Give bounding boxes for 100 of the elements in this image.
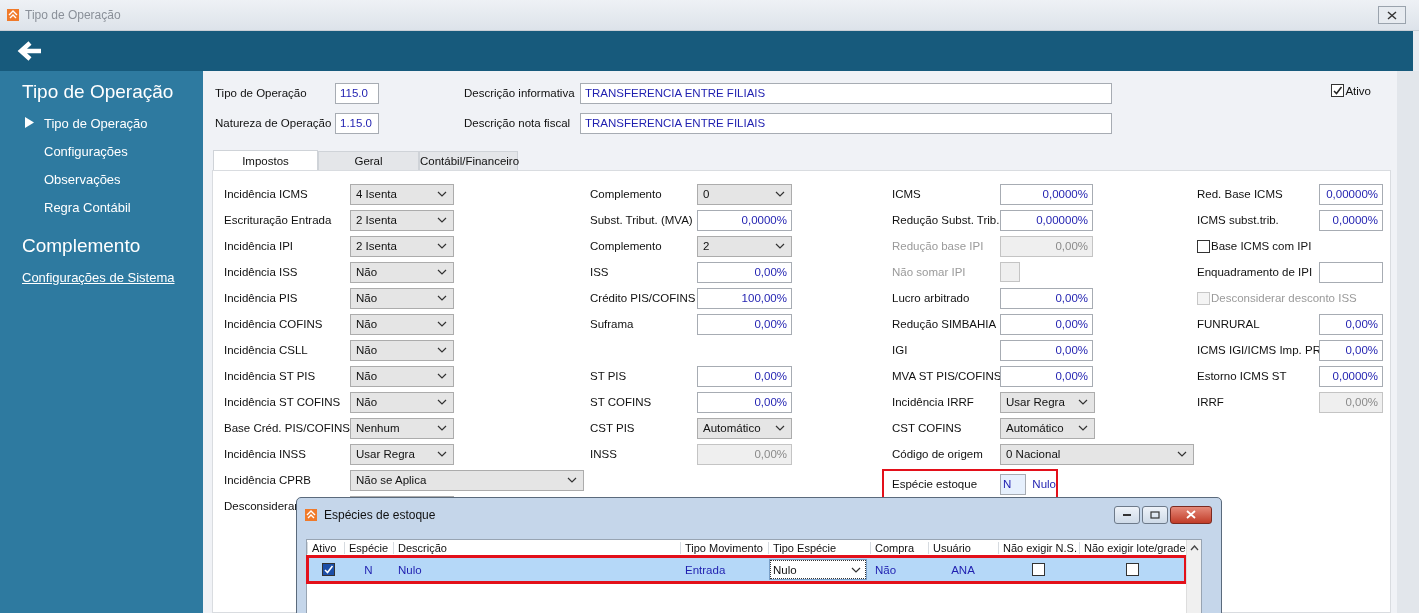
dropdown[interactable]: Não — [350, 287, 454, 309]
chevron-down-icon — [437, 295, 447, 301]
column-header[interactable]: Espécie — [344, 542, 393, 554]
dropdown[interactable]: 2 — [697, 235, 792, 257]
maximize-icon — [1150, 510, 1160, 519]
input-field[interactable]: 0,00% — [697, 313, 792, 335]
input-field[interactable]: N — [1000, 473, 1027, 495]
input-field[interactable]: 0,0000% — [1319, 365, 1383, 387]
sidebar-link[interactable]: Configurações de Sistema — [22, 269, 175, 285]
field-label: Incidência PIS — [224, 292, 299, 304]
input-field[interactable]: 0,0000% — [697, 209, 792, 231]
field-label: Crédito PIS/COFINS — [590, 292, 697, 304]
input-field[interactable]: 0,00% — [1000, 313, 1093, 335]
field-value: Nulo — [1032, 478, 1056, 490]
dropdown[interactable]: 4 Isenta — [350, 183, 454, 205]
input-field[interactable]: 100,00% — [697, 287, 792, 309]
dropdown[interactable]: 2 Isenta — [350, 235, 454, 257]
column-header[interactable]: Ativo — [307, 542, 344, 554]
field-label: Red. Base ICMS — [1197, 188, 1284, 200]
column-header[interactable]: Usuário — [928, 542, 998, 554]
dropdown[interactable]: Não se Aplica — [350, 469, 584, 491]
input-field[interactable]: 115.0 — [335, 82, 379, 104]
checkbox[interactable] — [321, 563, 335, 576]
dropdown[interactable]: Não — [350, 313, 454, 335]
input-field[interactable]: 0,0000% — [1000, 183, 1093, 205]
input-field[interactable] — [1319, 261, 1383, 283]
field-label: Escrituração Entrada — [224, 214, 333, 226]
field-label: Incidência IRRF — [892, 396, 975, 408]
input-field[interactable]: 0,00% — [697, 391, 792, 413]
table-cell: Entrada — [685, 563, 726, 576]
app-logo-icon — [7, 9, 19, 21]
field-label: Lucro arbitrado — [892, 292, 971, 304]
checkbox[interactable] — [1032, 563, 1045, 576]
sidebar-item[interactable]: Tipo de Operação — [44, 115, 148, 131]
dropdown[interactable]: Usar Regra — [1000, 391, 1095, 413]
field-label: Complemento — [590, 188, 663, 200]
field-label: Redução SIMBAHIA — [892, 318, 998, 330]
input-field[interactable]: 0,00% — [1319, 339, 1383, 361]
tab[interactable]: Geral — [318, 151, 419, 170]
input-field[interactable]: 0,00% — [697, 365, 792, 387]
dropdown[interactable]: Não — [350, 391, 454, 413]
back-arrow-icon[interactable] — [17, 40, 43, 62]
column-header[interactable]: Compra — [870, 542, 928, 554]
dropdown[interactable]: Nulo — [770, 560, 866, 579]
table-cell: Nulo — [398, 563, 422, 576]
chevron-down-icon — [1078, 399, 1088, 405]
close-button[interactable] — [1170, 505, 1212, 524]
field-label: Natureza de Operação — [214, 117, 333, 129]
field-label: Código de origem — [892, 448, 984, 460]
dropdown[interactable]: Automático — [1000, 417, 1095, 439]
input-field[interactable]: 0,00% — [1000, 287, 1093, 309]
dropdown[interactable]: 0 — [697, 183, 792, 205]
input-field[interactable]: 0,00000% — [1319, 183, 1383, 205]
window-title: Tipo de Operação — [25, 8, 122, 22]
tab[interactable]: Contábil/Financeiro — [419, 151, 518, 170]
field-label: Incidência ST PIS — [224, 370, 317, 382]
input-field[interactable]: 0,00% — [1319, 313, 1383, 335]
input-field[interactable]: 1.15.0 — [335, 112, 379, 134]
dropdown[interactable]: Não — [350, 339, 454, 361]
field-label: Base Créd. PIS/COFINS — [224, 422, 350, 434]
chevron-down-icon — [567, 477, 577, 483]
sidebar-item[interactable]: Configurações — [44, 143, 128, 159]
checkbox[interactable] — [1126, 563, 1139, 576]
field-label: MVA ST PIS/COFINS — [892, 370, 1000, 382]
table-row[interactable]: N Nulo Entrada Nulo Não ANA — [307, 556, 1186, 583]
input-field[interactable]: 0,00% — [1000, 339, 1093, 361]
column-header[interactable]: Tipo Espécie — [768, 542, 870, 554]
dropdown[interactable]: Usar Regra — [350, 443, 454, 465]
checkbox-label: Base ICMS com IPI — [1211, 240, 1312, 252]
input-field[interactable]: 0,0000% — [1319, 209, 1383, 231]
dropdown[interactable]: Não — [350, 365, 454, 387]
close-button[interactable] — [1378, 6, 1406, 24]
column-header[interactable]: Não exigir N.S. — [998, 542, 1079, 554]
column-header[interactable]: Descrição — [393, 542, 680, 554]
minimize-button[interactable] — [1114, 505, 1140, 524]
input-field[interactable]: 0,00% — [1000, 365, 1093, 387]
dropdown[interactable]: Automático — [697, 417, 792, 439]
input-field[interactable]: TRANSFERENCIA ENTRE FILIAIS — [580, 112, 1112, 134]
dropdown[interactable]: 2 Isenta — [350, 209, 454, 231]
field-label: Descrição informativa — [464, 87, 576, 99]
field-label: Enquadramento de IPI — [1197, 266, 1314, 278]
chevron-down-icon — [437, 347, 447, 353]
checkbox[interactable] — [1197, 239, 1210, 253]
dialog-title: Espécies de estoque — [324, 507, 437, 522]
tab[interactable]: Impostos — [213, 150, 318, 170]
maximize-button[interactable] — [1142, 505, 1168, 524]
input-field[interactable]: 0,00% — [697, 261, 792, 283]
input-field[interactable]: 0,00000% — [1000, 209, 1093, 231]
sidebar-item[interactable]: Observações — [44, 171, 121, 187]
dropdown[interactable]: 0 Nacional — [1000, 443, 1194, 465]
dropdown[interactable]: Não — [350, 261, 454, 283]
column-header[interactable]: Tipo Movimento — [680, 542, 768, 554]
dropdown[interactable]: Nenhum — [350, 417, 454, 439]
chevron-down-icon — [437, 373, 447, 379]
scrollbar[interactable] — [1186, 540, 1201, 613]
chevron-down-icon — [775, 425, 785, 431]
field-label: Incidência ST COFINS — [224, 396, 342, 408]
checkbox[interactable] — [1331, 84, 1345, 97]
sidebar-item[interactable]: Regra Contábil — [44, 199, 131, 215]
input-field[interactable]: TRANSFERENCIA ENTRE FILIAIS — [580, 82, 1112, 104]
